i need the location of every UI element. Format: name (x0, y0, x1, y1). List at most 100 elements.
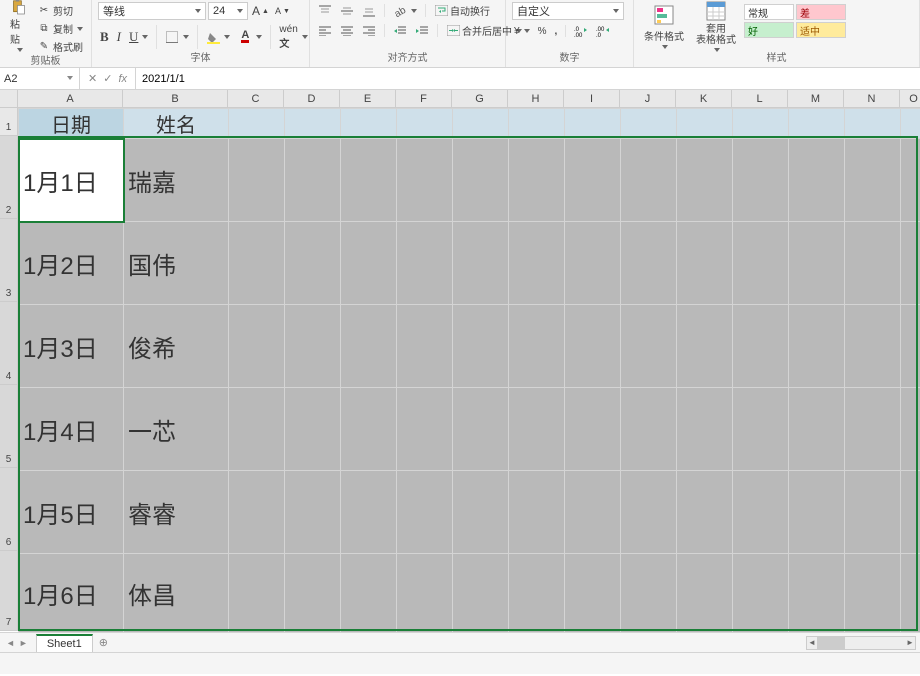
cell-B6[interactable]: 睿睿 (124, 471, 229, 554)
cell-C2[interactable] (229, 139, 285, 222)
cell-G1[interactable] (453, 109, 509, 139)
col-header-O[interactable]: O (900, 90, 920, 107)
cell-E2[interactable] (341, 139, 397, 222)
underline-button[interactable]: U (127, 28, 150, 46)
format-as-table-button[interactable]: 套用 表格格式 (692, 2, 740, 50)
cell-O2[interactable] (901, 139, 920, 222)
col-header-A[interactable]: A (18, 90, 123, 107)
cell-J2[interactable] (621, 139, 677, 222)
percent-button[interactable]: % (536, 25, 549, 38)
cell-style-bad[interactable]: 差 (796, 4, 846, 20)
cell-I4[interactable] (565, 305, 621, 388)
increase-font-button[interactable]: A▲ (250, 3, 271, 19)
cell-K5[interactable] (677, 388, 733, 471)
bold-button[interactable]: B (98, 28, 111, 46)
cell-D4[interactable] (285, 305, 341, 388)
cell-J5[interactable] (621, 388, 677, 471)
sheet-tab-1[interactable]: Sheet1 (36, 634, 93, 652)
cell-O3[interactable] (901, 222, 920, 305)
horizontal-scrollbar[interactable]: ◄ ► (806, 636, 916, 650)
cell-N1[interactable] (845, 109, 901, 139)
col-header-G[interactable]: G (452, 90, 508, 107)
cell-B2[interactable]: 瑞嘉 (124, 139, 229, 222)
cell-J6[interactable] (621, 471, 677, 554)
col-header-C[interactable]: C (228, 90, 284, 107)
cell-C1[interactable] (229, 109, 285, 139)
cell-A3[interactable]: 1月2日 (19, 222, 124, 305)
row-header-6[interactable]: 6 (0, 468, 17, 551)
decrease-indent-button[interactable] (391, 23, 409, 39)
cell-H1[interactable] (509, 109, 565, 139)
cell-H2[interactable] (509, 139, 565, 222)
align-center-button[interactable] (338, 23, 356, 39)
cell-K4[interactable] (677, 305, 733, 388)
increase-decimal-button[interactable]: .0.00 (572, 23, 590, 39)
col-header-B[interactable]: B (123, 90, 228, 107)
cell-C7[interactable] (229, 554, 285, 633)
cell-D5[interactable] (285, 388, 341, 471)
cell-G3[interactable] (453, 222, 509, 305)
cell-H3[interactable] (509, 222, 565, 305)
format-painter-button[interactable]: ✎ 格式刷 (35, 38, 85, 55)
tab-nav-prev[interactable]: ◄ (6, 638, 15, 648)
decrease-decimal-button[interactable]: .00.0 (594, 23, 612, 39)
formula-input[interactable] (136, 68, 920, 89)
cell-D2[interactable] (285, 139, 341, 222)
cell-F5[interactable] (397, 388, 453, 471)
scrollbar-thumb[interactable] (817, 637, 845, 649)
cell-B7[interactable]: 体昌 (124, 554, 229, 633)
fx-icon[interactable]: fx (118, 73, 127, 85)
cell-N7[interactable] (845, 554, 901, 633)
decrease-font-button[interactable]: A▼ (273, 5, 292, 17)
wrap-text-button[interactable]: 自动换行 (432, 2, 492, 19)
col-header-D[interactable]: D (284, 90, 340, 107)
col-header-L[interactable]: L (732, 90, 788, 107)
cell-L1[interactable] (733, 109, 789, 139)
row-header-2[interactable]: 2 (0, 136, 17, 219)
select-all-corner[interactable] (0, 90, 18, 108)
cell-A1[interactable]: 日期 (19, 109, 124, 139)
cell-I7[interactable] (565, 554, 621, 633)
cell-J4[interactable] (621, 305, 677, 388)
cell-style-good[interactable]: 好 (744, 22, 794, 38)
cell-H7[interactable] (509, 554, 565, 633)
cell-K7[interactable] (677, 554, 733, 633)
cell-style-normal[interactable]: 常规 (744, 4, 794, 20)
cell-A4[interactable]: 1月3日 (19, 305, 124, 388)
cell-I1[interactable] (565, 109, 621, 139)
fill-color-button[interactable] (204, 29, 232, 45)
cell-H5[interactable] (509, 388, 565, 471)
cell-B5[interactable]: 一芯 (124, 388, 229, 471)
cell-E4[interactable] (341, 305, 397, 388)
cell-E6[interactable] (341, 471, 397, 554)
cell-C5[interactable] (229, 388, 285, 471)
cell-N4[interactable] (845, 305, 901, 388)
row-header-4[interactable]: 4 (0, 302, 17, 385)
col-header-I[interactable]: I (564, 90, 620, 107)
cell-M2[interactable] (789, 139, 845, 222)
cell-style-neutral[interactable]: 适中 (796, 22, 846, 38)
cell-F1[interactable] (397, 109, 453, 139)
cell-A6[interactable]: 1月5日 (19, 471, 124, 554)
cell-G5[interactable] (453, 388, 509, 471)
cell-I3[interactable] (565, 222, 621, 305)
col-header-J[interactable]: J (620, 90, 676, 107)
cell-F2[interactable] (397, 139, 453, 222)
cell-F4[interactable] (397, 305, 453, 388)
cell-N3[interactable] (845, 222, 901, 305)
accept-formula-button[interactable]: ✓ (103, 72, 112, 85)
cell-E7[interactable] (341, 554, 397, 633)
cell-D3[interactable] (285, 222, 341, 305)
align-left-button[interactable] (316, 23, 334, 39)
col-header-N[interactable]: N (844, 90, 900, 107)
row-header-5[interactable]: 5 (0, 385, 17, 468)
cell-A5[interactable]: 1月4日 (19, 388, 124, 471)
cell-F3[interactable] (397, 222, 453, 305)
row-header-3[interactable]: 3 (0, 219, 17, 302)
cell-M6[interactable] (789, 471, 845, 554)
font-color-button[interactable]: A (236, 29, 264, 45)
grid[interactable]: 日期姓名1月1日瑞嘉1月2日国伟1月3日俊希1月4日一芯1月5日睿睿1月6日体昌 (18, 108, 920, 632)
cell-L2[interactable] (733, 139, 789, 222)
cell-O6[interactable] (901, 471, 920, 554)
add-sheet-button[interactable]: ⊕ (99, 636, 108, 649)
